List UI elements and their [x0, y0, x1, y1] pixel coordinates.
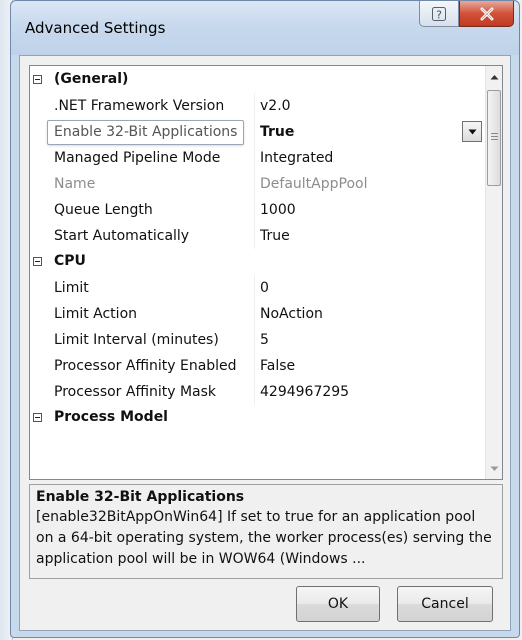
property-value[interactable]: v2.0: [257, 93, 489, 119]
description-text: [enable32BitAppOnWin64] If set to true f…: [36, 509, 497, 567]
ok-button[interactable]: OK: [296, 586, 380, 622]
category-label: Process Model: [54, 409, 168, 425]
property-name: Limit Action: [54, 306, 138, 322]
column-divider[interactable]: [254, 197, 255, 223]
property-value[interactable]: 5: [257, 327, 489, 353]
property-value[interactable]: NoAction: [257, 301, 489, 327]
title-bar[interactable]: Advanced Settings ?: [11, 1, 519, 55]
category-row[interactable]: CPU: [30, 249, 486, 275]
property-name: Limit: [54, 280, 89, 296]
property-row[interactable]: Processor Affinity Mask 4294967295: [30, 379, 486, 405]
column-divider[interactable]: [254, 379, 255, 405]
collapse-toggle-icon[interactable]: [33, 257, 42, 266]
column-divider[interactable]: [254, 223, 255, 249]
property-row[interactable]: Limit 0: [30, 275, 486, 301]
property-row[interactable]: Limit Interval (minutes) 5: [30, 327, 486, 353]
collapse-toggle-icon[interactable]: [33, 413, 42, 422]
property-row[interactable]: Processor Affinity Enabled False: [30, 353, 486, 379]
close-button[interactable]: [459, 1, 514, 27]
property-value[interactable]: 1000: [257, 197, 489, 223]
category-row[interactable]: Process Model: [30, 405, 486, 431]
category-row[interactable]: (General): [30, 67, 486, 93]
close-icon: [479, 7, 495, 21]
category-label: (General): [54, 71, 129, 87]
property-row[interactable]: Enable 32-Bit Applications True: [30, 119, 486, 145]
scroll-up-button[interactable]: [486, 68, 502, 85]
cancel-button[interactable]: Cancel: [397, 586, 493, 622]
vertical-scrollbar[interactable]: [485, 66, 502, 479]
property-value[interactable]: Integrated: [257, 145, 489, 171]
dialog-client-area: (General) .NET Framework Version v2.0 Enabl…: [19, 55, 511, 631]
property-grid[interactable]: (General) .NET Framework Version v2.0 Enabl…: [29, 65, 503, 480]
column-divider[interactable]: [254, 119, 255, 145]
property-value-editor[interactable]: True: [257, 119, 489, 145]
property-row[interactable]: .NET Framework Version v2.0: [30, 93, 486, 119]
value-dropdown-button[interactable]: [462, 121, 482, 142]
property-name: Managed Pipeline Mode: [54, 150, 221, 166]
property-value[interactable]: True: [257, 223, 489, 249]
column-divider[interactable]: [254, 301, 255, 327]
property-row[interactable]: Name DefaultAppPool: [30, 171, 486, 197]
property-name: Queue Length: [54, 202, 153, 218]
category-label: CPU: [54, 253, 86, 269]
property-row[interactable]: Managed Pipeline Mode Integrated: [30, 145, 486, 171]
chevron-down-icon: [468, 129, 476, 134]
property-name-selected: Enable 32-Bit Applications: [47, 120, 245, 145]
scroll-up-icon: [490, 74, 499, 80]
collapse-toggle-icon[interactable]: [33, 75, 42, 84]
dialog-title: Advanced Settings: [25, 19, 166, 37]
column-divider[interactable]: [254, 93, 255, 119]
property-name: Name: [54, 176, 96, 192]
scroll-down-button[interactable]: [486, 460, 502, 477]
property-name: Start Automatically: [54, 228, 190, 244]
scroll-down-icon: [490, 466, 499, 472]
property-name: Processor Affinity Enabled: [54, 358, 237, 374]
column-divider[interactable]: [254, 145, 255, 171]
property-value[interactable]: False: [257, 353, 489, 379]
description-panel: Enable 32-Bit Applications [enable32BitA…: [29, 484, 503, 579]
column-divider[interactable]: [254, 171, 255, 197]
property-value[interactable]: 4294967295: [257, 379, 489, 405]
property-name: Limit Interval (minutes): [54, 332, 219, 348]
column-divider[interactable]: [254, 327, 255, 353]
scrollbar-thumb[interactable]: [487, 90, 501, 186]
property-row[interactable]: Start Automatically True: [30, 223, 486, 249]
property-row[interactable]: Limit Action NoAction: [30, 301, 486, 327]
property-row[interactable]: Queue Length 1000: [30, 197, 486, 223]
column-divider[interactable]: [254, 275, 255, 301]
help-button[interactable]: ?: [419, 1, 459, 27]
advanced-settings-dialog: Advanced Settings ? (General) .NET Framew…: [10, 0, 520, 638]
column-divider[interactable]: [254, 353, 255, 379]
svg-text:?: ?: [436, 8, 442, 21]
property-name: Processor Affinity Mask: [54, 384, 217, 400]
description-title: Enable 32-Bit Applications: [36, 489, 245, 505]
property-name: .NET Framework Version: [54, 98, 225, 114]
property-value: DefaultAppPool: [260, 176, 368, 192]
property-value[interactable]: 0: [257, 275, 489, 301]
help-icon: ?: [431, 6, 447, 22]
